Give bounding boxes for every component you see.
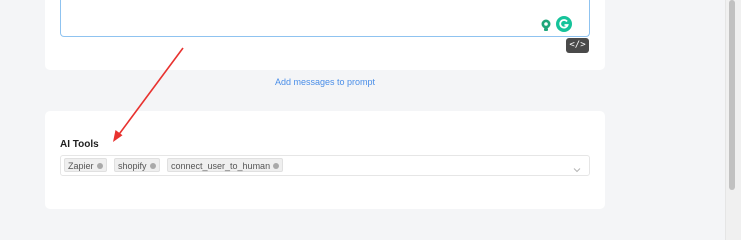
prompt-card: </> [45, 0, 605, 70]
page-scrollbar[interactable] [725, 0, 741, 240]
tool-tag-shopify: shopify [114, 158, 160, 172]
grammarly-icon[interactable] [556, 16, 572, 32]
remove-tag-icon[interactable] [149, 162, 156, 169]
scrollbar-thumb[interactable] [729, 0, 735, 190]
tool-tag-zapier: Zapier [64, 158, 107, 172]
code-view-button[interactable]: </> [566, 38, 589, 53]
add-messages-link[interactable]: Add messages to prompt [0, 77, 650, 87]
ai-tools-card: AI Tools Zapier shopify connect_user_to_… [45, 111, 605, 209]
lightbulb-icon[interactable] [539, 18, 553, 32]
chevron-down-icon[interactable] [573, 161, 581, 173]
prompt-textarea[interactable] [60, 0, 590, 37]
ai-tools-multiselect[interactable]: Zapier shopify connect_user_to_human [60, 155, 590, 176]
tool-tag-connect-user-to-human: connect_user_to_human [167, 158, 284, 172]
ai-tools-title: AI Tools [60, 139, 99, 150]
remove-tag-icon[interactable] [273, 162, 280, 169]
remove-tag-icon[interactable] [96, 162, 103, 169]
code-icon: </> [569, 40, 586, 50]
